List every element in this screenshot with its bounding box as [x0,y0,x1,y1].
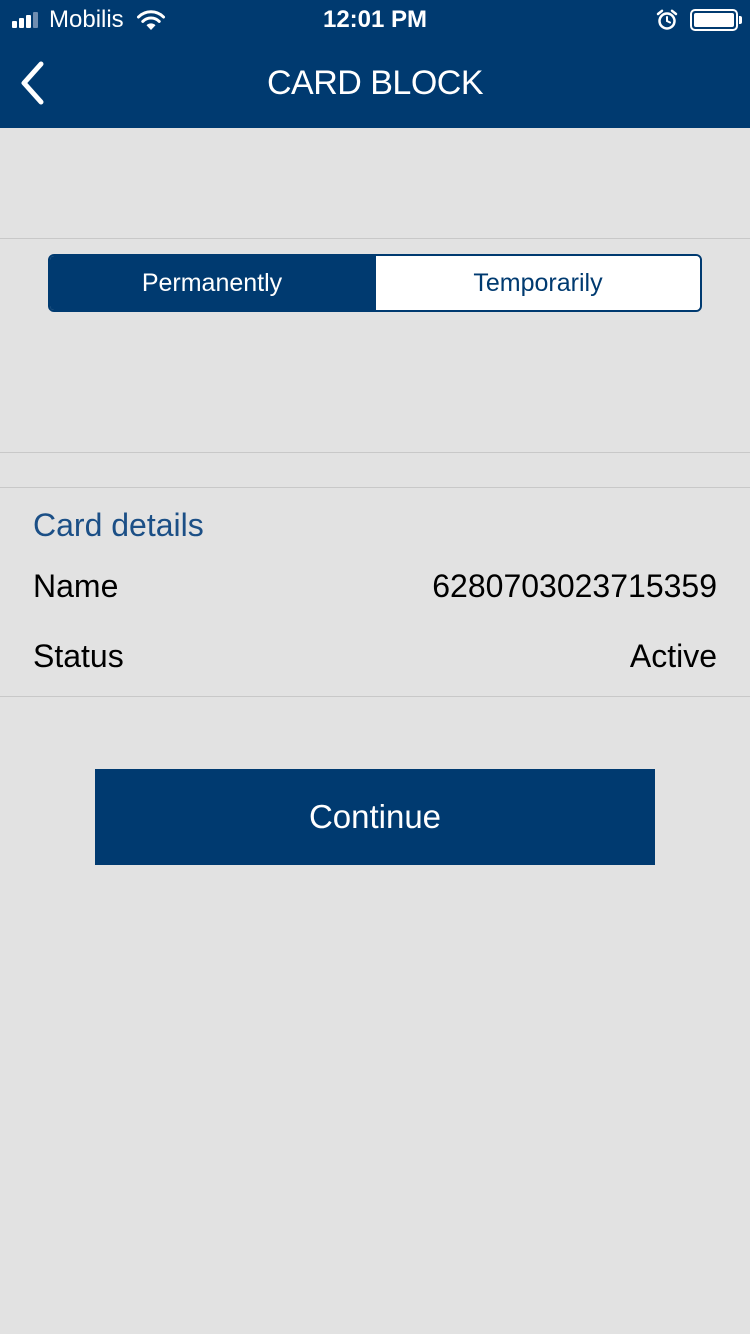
detail-value: Active [629,638,717,674]
status-time: 12:01 PM [322,6,428,33]
continue-button[interactable]: Continue [95,769,655,865]
segment-temporarily[interactable]: Temporarily [374,256,700,310]
status-bar: Mobilis 12:01 PM [0,0,750,40]
detail-label: Status [33,638,124,674]
top-bar: Mobilis 12:01 PM CARD BLOCK [0,0,750,128]
divider [0,238,750,239]
divider [0,696,750,697]
divider [0,487,750,488]
segment-permanently[interactable]: Permanently [50,256,374,310]
detail-row-name: Name 6280703023715359 [33,564,717,608]
status-right [656,6,742,34]
page-title: CARD BLOCK [266,64,484,102]
detail-value: 6280703023715359 [432,568,717,604]
detail-label: Name [33,568,119,604]
detail-row-status: Status Active [33,634,717,678]
battery-icon [690,9,742,31]
alarm-icon [656,9,678,30]
divider [0,452,750,453]
card-details-title: Card details [33,507,204,543]
block-type-segmented-control[interactable]: Permanently Temporarily [48,254,702,312]
